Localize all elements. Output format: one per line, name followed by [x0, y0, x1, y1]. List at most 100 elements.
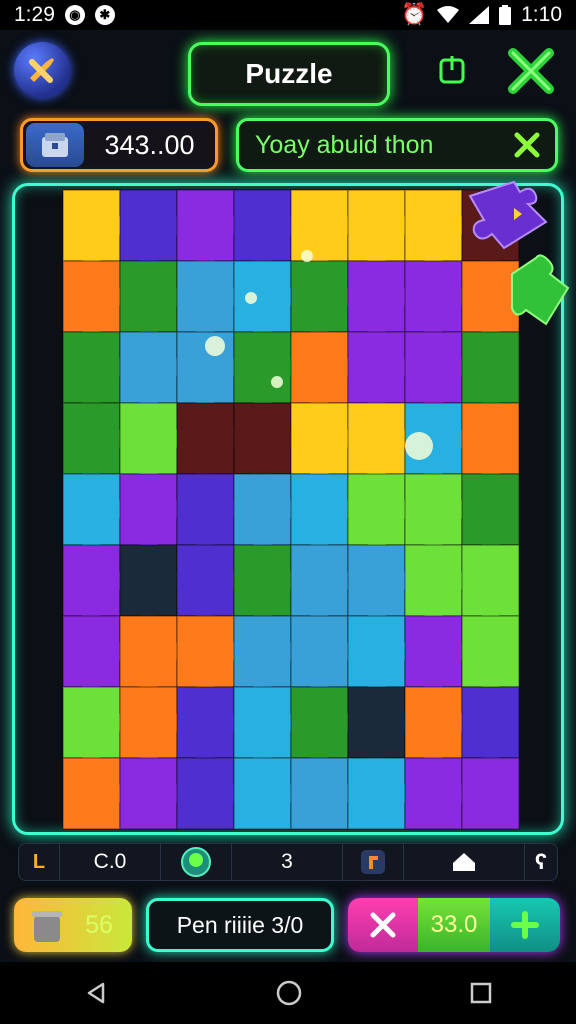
puzzle-piece[interactable] [461, 331, 520, 412]
puzzle-grid[interactable] [15, 186, 567, 838]
puzzle-piece[interactable] [176, 473, 243, 554]
puzzle-piece[interactable] [119, 615, 186, 696]
puzzle-piece[interactable] [347, 757, 414, 830]
puzzle-piece[interactable] [290, 260, 357, 341]
wrench-icon [29, 58, 54, 83]
puzzle-piece[interactable] [233, 615, 300, 696]
puzzle-piece[interactable] [290, 473, 357, 554]
home-button[interactable] [404, 844, 525, 880]
puzzle-piece[interactable] [461, 402, 520, 483]
battery-icon [499, 5, 512, 25]
piece-icon [361, 850, 385, 874]
puzzle-piece[interactable] [176, 544, 243, 625]
info-button[interactable]: ʕ [525, 844, 557, 880]
puzzle-piece[interactable] [233, 473, 300, 554]
puzzle-piece[interactable] [290, 331, 357, 412]
puzzle-piece[interactable] [404, 615, 471, 696]
puzzle-piece[interactable] [119, 686, 186, 767]
notification-icon: ◉ [64, 5, 85, 25]
puzzle-piece[interactable] [461, 757, 520, 830]
trash-icon [32, 911, 62, 942]
puzzle-piece[interactable] [176, 402, 243, 483]
puzzle-piece[interactable] [176, 615, 243, 696]
puzzle-piece[interactable] [290, 615, 357, 696]
puzzle-piece[interactable] [404, 686, 471, 767]
puzzle-piece[interactable] [347, 189, 414, 270]
puzzle-piece[interactable] [461, 686, 520, 767]
puzzle-piece[interactable] [347, 402, 414, 483]
level-button[interactable]: L [19, 844, 60, 880]
puzzle-piece[interactable] [119, 189, 186, 270]
puzzle-piece[interactable] [404, 331, 471, 412]
combo-add-button[interactable] [490, 898, 560, 952]
puzzle-piece[interactable] [233, 402, 300, 483]
puzzle-piece[interactable] [233, 260, 300, 341]
puzzle-piece[interactable] [62, 473, 129, 554]
puzzle-piece[interactable] [404, 473, 471, 554]
alarm-icon: ⏰ [400, 3, 428, 26]
puzzle-piece[interactable] [404, 544, 471, 625]
puzzle-piece[interactable] [233, 757, 300, 830]
puzzle-piece[interactable] [176, 189, 243, 270]
pen-button[interactable]: Pen riiiie 3/0 [146, 898, 334, 952]
puzzle-piece[interactable] [347, 544, 414, 625]
puzzle-piece[interactable] [461, 615, 520, 696]
puzzle-piece[interactable] [62, 189, 129, 270]
loose-piece-green[interactable] [506, 252, 576, 330]
toolbar-stat-2: 3 [232, 844, 343, 880]
puzzle-piece[interactable] [62, 544, 129, 625]
info-icon: ʕ [534, 849, 548, 874]
coins-button[interactable]: 56 [14, 898, 132, 952]
loose-piece-purple[interactable] [462, 178, 554, 252]
piece-button[interactable] [343, 844, 404, 880]
back-icon[interactable] [83, 980, 109, 1006]
puzzle-piece[interactable] [62, 686, 129, 767]
puzzle-piece[interactable] [404, 757, 471, 830]
puzzle-piece[interactable] [233, 686, 300, 767]
puzzle-piece[interactable] [119, 757, 186, 830]
puzzle-piece[interactable] [347, 615, 414, 696]
puzzle-piece[interactable] [347, 331, 414, 412]
puzzle-piece[interactable] [62, 260, 129, 341]
power-button[interactable] [436, 52, 468, 88]
puzzle-board[interactable] [12, 183, 564, 835]
puzzle-piece[interactable] [233, 189, 300, 270]
puzzle-piece[interactable] [461, 473, 520, 554]
plus-icon [511, 911, 539, 939]
puzzle-piece[interactable] [119, 544, 186, 625]
puzzle-piece[interactable] [290, 757, 357, 830]
puzzle-piece[interactable] [233, 544, 300, 625]
game-toolbar: L C.0 3 ʕ [18, 843, 558, 881]
puzzle-piece[interactable] [290, 402, 357, 483]
puzzle-piece[interactable] [62, 331, 129, 412]
chest-icon [26, 123, 84, 167]
close-icon [508, 48, 554, 94]
home-icon[interactable] [275, 979, 303, 1007]
puzzle-piece[interactable] [404, 260, 471, 341]
puzzle-piece[interactable] [119, 331, 186, 412]
close-button[interactable] [502, 42, 560, 100]
banner-close-button[interactable] [507, 125, 547, 165]
puzzle-piece[interactable] [62, 615, 129, 696]
puzzle-piece[interactable] [290, 544, 357, 625]
puzzle-piece[interactable] [119, 473, 186, 554]
puzzle-piece[interactable] [347, 260, 414, 341]
puzzle-piece[interactable] [62, 402, 129, 483]
puzzle-piece[interactable] [347, 686, 414, 767]
puzzle-piece[interactable] [290, 686, 357, 767]
close-icon [370, 912, 396, 938]
puzzle-piece[interactable] [62, 757, 129, 830]
recent-icon[interactable] [469, 981, 493, 1005]
puzzle-piece[interactable] [119, 402, 186, 483]
puzzle-piece[interactable] [233, 331, 300, 412]
puzzle-piece[interactable] [461, 544, 520, 625]
puzzle-piece[interactable] [176, 686, 243, 767]
combo-remove-button[interactable] [348, 898, 418, 952]
puzzle-piece[interactable] [176, 757, 243, 830]
puzzle-piece[interactable] [176, 260, 243, 341]
puzzle-piece[interactable] [347, 473, 414, 554]
tools-button[interactable] [14, 42, 70, 98]
puzzle-piece[interactable] [290, 189, 357, 270]
gem-button[interactable] [161, 844, 232, 880]
puzzle-piece[interactable] [119, 260, 186, 341]
